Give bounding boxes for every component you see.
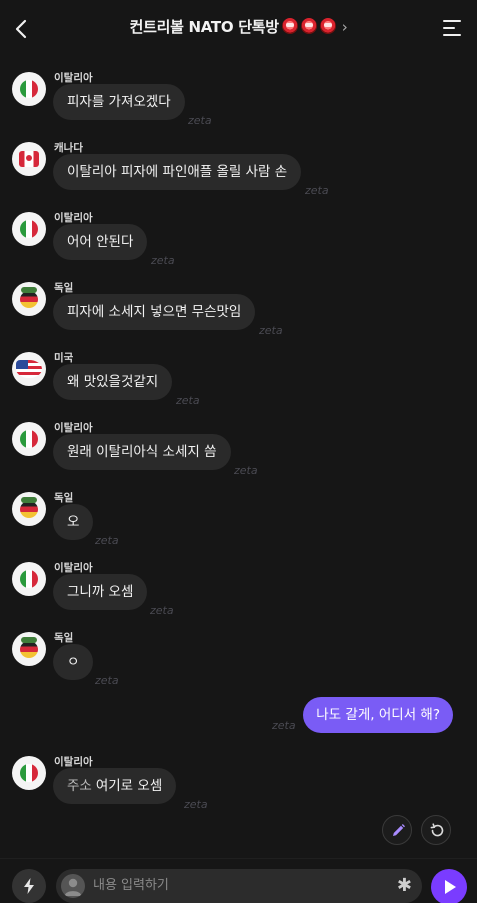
avatar-germany[interactable]	[12, 632, 46, 666]
sender-name: 이탈리아	[54, 72, 93, 84]
asterisk-icon[interactable]: ✱	[397, 869, 412, 903]
zeta-label: zeta	[95, 534, 119, 547]
message-bubble: ㅇ	[53, 644, 94, 680]
zeta-label: zeta	[176, 394, 200, 407]
message-bubble: 피자에 소세지 넣으면 무슨맛임	[53, 294, 256, 330]
message-input[interactable]: 내용 입력하기 ✱	[56, 869, 422, 903]
send-icon	[445, 880, 456, 894]
zeta-label: zeta	[151, 254, 175, 267]
avatar-canada[interactable]	[12, 142, 46, 176]
avatar-italy[interactable]	[12, 422, 46, 456]
bolt-icon	[24, 878, 34, 894]
avatar-italy[interactable]	[12, 212, 46, 246]
message-bubble: 주소 여기로 오셈	[53, 768, 177, 804]
user-avatar[interactable]	[61, 874, 85, 898]
message-bubble: 오	[53, 504, 94, 540]
input-placeholder: 내용 입력하기	[93, 878, 169, 893]
edit-button[interactable]	[382, 815, 412, 845]
refresh-icon	[430, 823, 444, 837]
sender-name: 이탈리아	[54, 756, 93, 768]
emoji-icon	[300, 18, 317, 34]
menu-icon[interactable]	[443, 20, 461, 36]
avatar-italy[interactable]	[12, 72, 46, 106]
person-icon	[64, 878, 82, 896]
emoji-icon	[319, 18, 336, 34]
sender-name: 이탈리아	[54, 422, 93, 434]
my-message-row: zeta 나도 갈게, 어디서 해?	[0, 697, 477, 737]
message-bubble: 원래 이탈리아식 소세지 씀	[53, 434, 231, 470]
chevron-right-icon: ›	[341, 18, 348, 36]
sender-name: 독일	[54, 282, 74, 294]
message-bubble: 왜 맛있을것같지	[53, 364, 173, 400]
zeta-label: zeta	[150, 604, 174, 617]
sender-name: 미국	[54, 352, 74, 364]
message-text: 여기로 오셈	[95, 778, 163, 794]
my-message-bubble: 나도 갈게, 어디서 해?	[303, 697, 453, 733]
zeta-label: zeta	[305, 184, 329, 197]
avatar-italy[interactable]	[12, 562, 46, 596]
emoji-icon	[281, 18, 298, 34]
zeta-label: zeta	[272, 719, 296, 732]
regenerate-button[interactable]	[421, 815, 451, 845]
message-bubble: 어어 안된다	[53, 224, 148, 260]
bolt-button[interactable]	[12, 869, 46, 903]
avatar-italy[interactable]	[12, 756, 46, 790]
message-bubble: 이탈리아 피자에 파인애플 올릴 사람 손	[53, 154, 302, 190]
sender-name: 이탈리아	[54, 562, 93, 574]
zeta-label: zeta	[188, 114, 212, 127]
avatar-usa[interactable]	[12, 352, 46, 386]
sender-name: 독일	[54, 632, 74, 644]
chat-title[interactable]: 컨트리볼 NATO 단톡방 ›	[0, 16, 477, 37]
address-label: 주소	[67, 778, 92, 794]
send-button[interactable]	[431, 869, 467, 903]
avatar-germany[interactable]	[12, 282, 46, 316]
edit-icon	[393, 824, 405, 836]
sender-name: 캐나다	[54, 142, 83, 154]
avatar-germany[interactable]	[12, 492, 46, 526]
sender-name: 이탈리아	[54, 212, 93, 224]
message-bubble: 그니까 오셈	[53, 574, 148, 610]
sender-name: 독일	[54, 492, 74, 504]
chat-title-text: 컨트리볼 NATO 단톡방	[129, 18, 279, 36]
chat-list: 이탈리아 피자를 가져오겠다 zeta 캐나다 이탈리아 피자에 파인애플 올릴…	[0, 58, 477, 858]
input-bar: 내용 입력하기 ✱	[0, 858, 477, 903]
zeta-label: zeta	[259, 324, 283, 337]
message-bubble: 피자를 가져오겠다	[53, 84, 185, 120]
zeta-label: zeta	[184, 798, 208, 811]
header: 컨트리볼 NATO 단톡방 ›	[0, 0, 477, 58]
zeta-label: zeta	[95, 674, 119, 687]
zeta-label: zeta	[234, 464, 258, 477]
